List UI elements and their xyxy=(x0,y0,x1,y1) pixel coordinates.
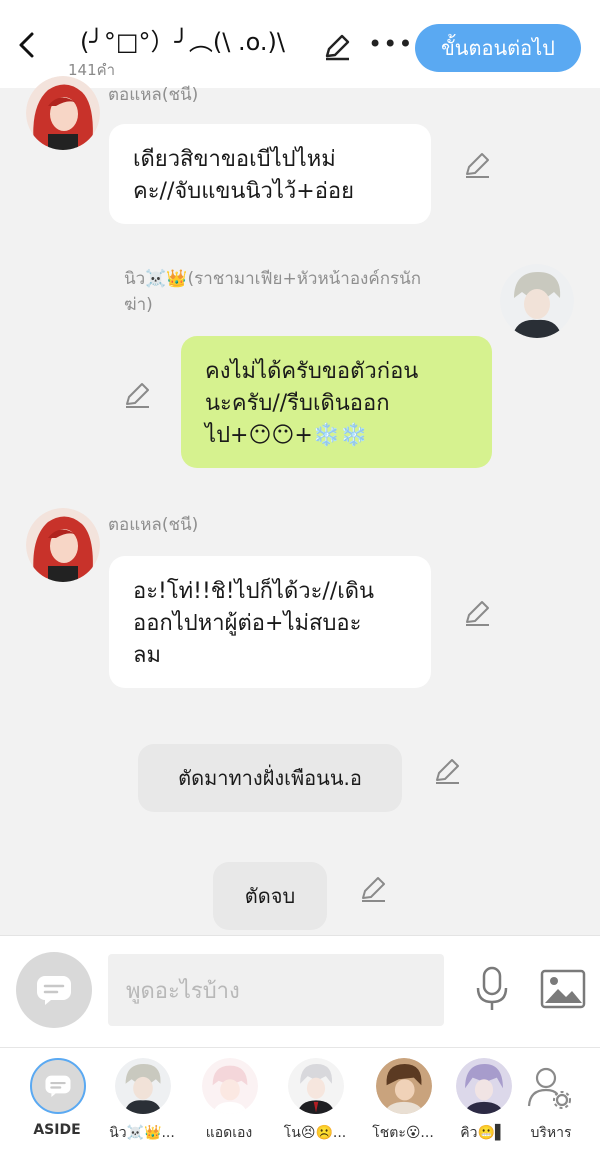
more-options-icon[interactable]: ••• xyxy=(368,30,413,58)
avatar xyxy=(376,1058,432,1114)
tab-manage[interactable]: บริหาร xyxy=(514,1058,588,1152)
tab-label: โน😣☹️... xyxy=(283,1125,347,1141)
edit-pencil-icon[interactable] xyxy=(462,598,492,628)
avatar xyxy=(456,1058,512,1114)
aside-avatar xyxy=(30,1058,86,1114)
edit-pencil-icon[interactable] xyxy=(462,150,492,180)
character-name: ตอแหล(ชนี) xyxy=(108,515,199,535)
edit-pencil-icon[interactable] xyxy=(322,32,352,62)
image-icon[interactable] xyxy=(540,969,586,1009)
tab-label: โชตะ😮... xyxy=(372,1125,434,1141)
character-tab-bar: ASIDE นิว☠️👑... แอดเอง โน😣☹️... โชตะ😮...… xyxy=(0,1047,600,1154)
character-name: ตอแหล(ชนี) xyxy=(108,85,199,105)
tab-character[interactable]: แอดเอง xyxy=(192,1058,266,1152)
next-step-button[interactable]: ขั้นตอนต่อไป xyxy=(415,24,581,72)
tab-label: นิว☠️👑... xyxy=(109,1125,175,1141)
story-title: (╯°□°）╯︵(\ .o.)\ xyxy=(80,28,285,56)
tab-label: แอดเอง xyxy=(205,1125,253,1141)
tab-character[interactable]: โชตะ😮... xyxy=(366,1058,440,1152)
edit-pencil-icon[interactable] xyxy=(358,874,388,904)
edit-pencil-icon[interactable] xyxy=(122,380,152,410)
aside-bubble[interactable]: ตัดจบ xyxy=(213,862,327,930)
aside-toggle-button[interactable] xyxy=(16,952,92,1028)
chat-bubble-own[interactable]: คงไม่ได้ครับขอตัวก่อน นะครับ//รีบเดินออก… xyxy=(181,336,492,468)
chat-bubble[interactable]: เดียวสิขาขอเบีไปไหม่ คะ//จับแขนนิวไว้+อ่… xyxy=(109,124,431,224)
edit-pencil-icon[interactable] xyxy=(432,756,462,786)
character-name: นิว☠️👑(ราชามาเฟีย+หัวหน้าองค์กรนัก ฆ่า) xyxy=(124,269,422,315)
chat-bubble-icon xyxy=(45,1075,71,1098)
back-arrow-icon[interactable] xyxy=(14,30,40,60)
avatar xyxy=(202,1058,258,1114)
tab-label: ASIDE xyxy=(33,1122,81,1138)
top-bar: (╯°□°）╯︵(\ .o.)\ 141คำ ••• ขั้นตอนต่อไป xyxy=(0,0,600,88)
message-input[interactable]: พูดอะไรบ้าง xyxy=(108,954,444,1026)
avatar xyxy=(115,1058,171,1114)
chat-bubble[interactable]: อะ!โท่!!ชิ!ไปก็ได้วะ//เดิน ออกไปหาผู้ต่อ… xyxy=(109,556,431,688)
avatar-red-hair[interactable] xyxy=(26,508,100,582)
tab-aside[interactable]: ASIDE xyxy=(20,1058,94,1152)
tab-label: บริหาร xyxy=(530,1125,572,1141)
tab-character[interactable]: โน😣☹️... xyxy=(278,1058,352,1152)
user-settings-icon xyxy=(527,1067,571,1109)
tab-character[interactable]: นิว☠️👑... xyxy=(105,1058,179,1152)
avatar-silver-hair[interactable] xyxy=(500,264,574,338)
avatar xyxy=(288,1058,344,1114)
aside-bubble[interactable]: ตัดมาทางฝั่งเพือนน.อ xyxy=(138,744,402,812)
avatar-red-hair[interactable] xyxy=(26,76,100,150)
chat-bubble-icon xyxy=(37,976,71,1005)
message-composer: พูดอะไรบ้าง xyxy=(0,935,600,1047)
microphone-icon[interactable] xyxy=(474,966,510,1012)
